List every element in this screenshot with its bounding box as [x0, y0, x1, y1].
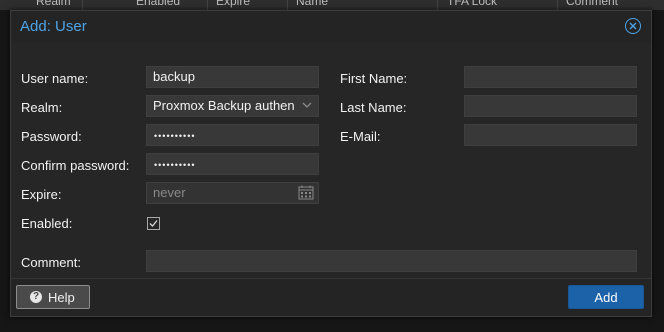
comment-label: Comment:	[21, 255, 81, 270]
username-input[interactable]: backup	[146, 66, 319, 88]
email-label: E-Mail:	[340, 129, 381, 144]
column-separator	[557, 0, 558, 10]
column-separator	[82, 0, 83, 10]
password-input[interactable]: ••••••••••	[146, 124, 319, 146]
add-user-dialog: Add: User User name: backup Realm: Proxm…	[10, 10, 652, 317]
question-circle-icon: ?	[30, 291, 42, 303]
checkmark-icon	[149, 220, 158, 227]
last-name-label: Last Name:	[340, 100, 407, 115]
password-label: Password:	[21, 129, 82, 144]
expire-date-input[interactable]: never	[146, 182, 319, 204]
confirm-password-label: Confirm password:	[21, 158, 130, 173]
chevron-down-icon	[302, 102, 312, 108]
first-name-input[interactable]	[464, 66, 637, 88]
comment-input[interactable]	[146, 250, 637, 272]
username-value: backup	[153, 69, 195, 84]
dialog-body: User name: backup Realm: Proxmox Backup …	[11, 43, 651, 279]
dialog-title: Add: User	[20, 18, 87, 35]
dialog-footer: ? Help Add	[11, 278, 651, 316]
add-button[interactable]: Add	[568, 285, 644, 309]
help-button-label: Help	[48, 290, 75, 305]
grid-column-comment[interactable]: Comment	[566, 0, 618, 8]
calendar-icon	[298, 185, 314, 200]
password-value: ••••••••••	[154, 131, 196, 141]
realm-label: Realm:	[21, 100, 63, 115]
close-circle-icon	[629, 22, 637, 30]
dialog-titlebar[interactable]: Add: User	[11, 11, 651, 43]
add-button-label: Add	[594, 290, 618, 305]
realm-dropdown-trigger[interactable]	[296, 96, 318, 116]
help-button[interactable]: ? Help	[16, 285, 90, 309]
column-separator	[207, 0, 208, 10]
column-separator	[437, 0, 438, 10]
close-button[interactable]	[625, 18, 641, 34]
username-label: User name:	[21, 71, 89, 86]
grid-column-expire[interactable]: Expire	[216, 0, 250, 8]
grid-column-enabled[interactable]: Enabled	[136, 0, 180, 8]
grid-column-realm[interactable]: Realm	[36, 0, 71, 8]
column-separator	[287, 0, 288, 10]
last-name-input[interactable]	[464, 95, 637, 117]
expire-picker-trigger[interactable]	[296, 183, 318, 203]
first-name-label: First Name:	[340, 71, 408, 86]
grid-column-name[interactable]: Name	[296, 0, 328, 8]
email-input[interactable]	[464, 124, 637, 146]
confirm-password-input[interactable]: ••••••••••	[146, 153, 319, 175]
realm-select[interactable]: Proxmox Backup authen	[146, 95, 319, 117]
enabled-label: Enabled:	[21, 216, 73, 231]
background-grid-header: Realm Enabled Expire Name TFA Lock Comme…	[0, 0, 664, 10]
expire-label: Expire:	[21, 187, 62, 202]
confirm-password-value: ••••••••••	[154, 160, 196, 170]
grid-column-tfa-lock[interactable]: TFA Lock	[447, 0, 497, 8]
realm-value: Proxmox Backup authen	[153, 98, 295, 113]
expire-placeholder: never	[153, 185, 186, 200]
enabled-checkbox[interactable]	[147, 217, 160, 230]
